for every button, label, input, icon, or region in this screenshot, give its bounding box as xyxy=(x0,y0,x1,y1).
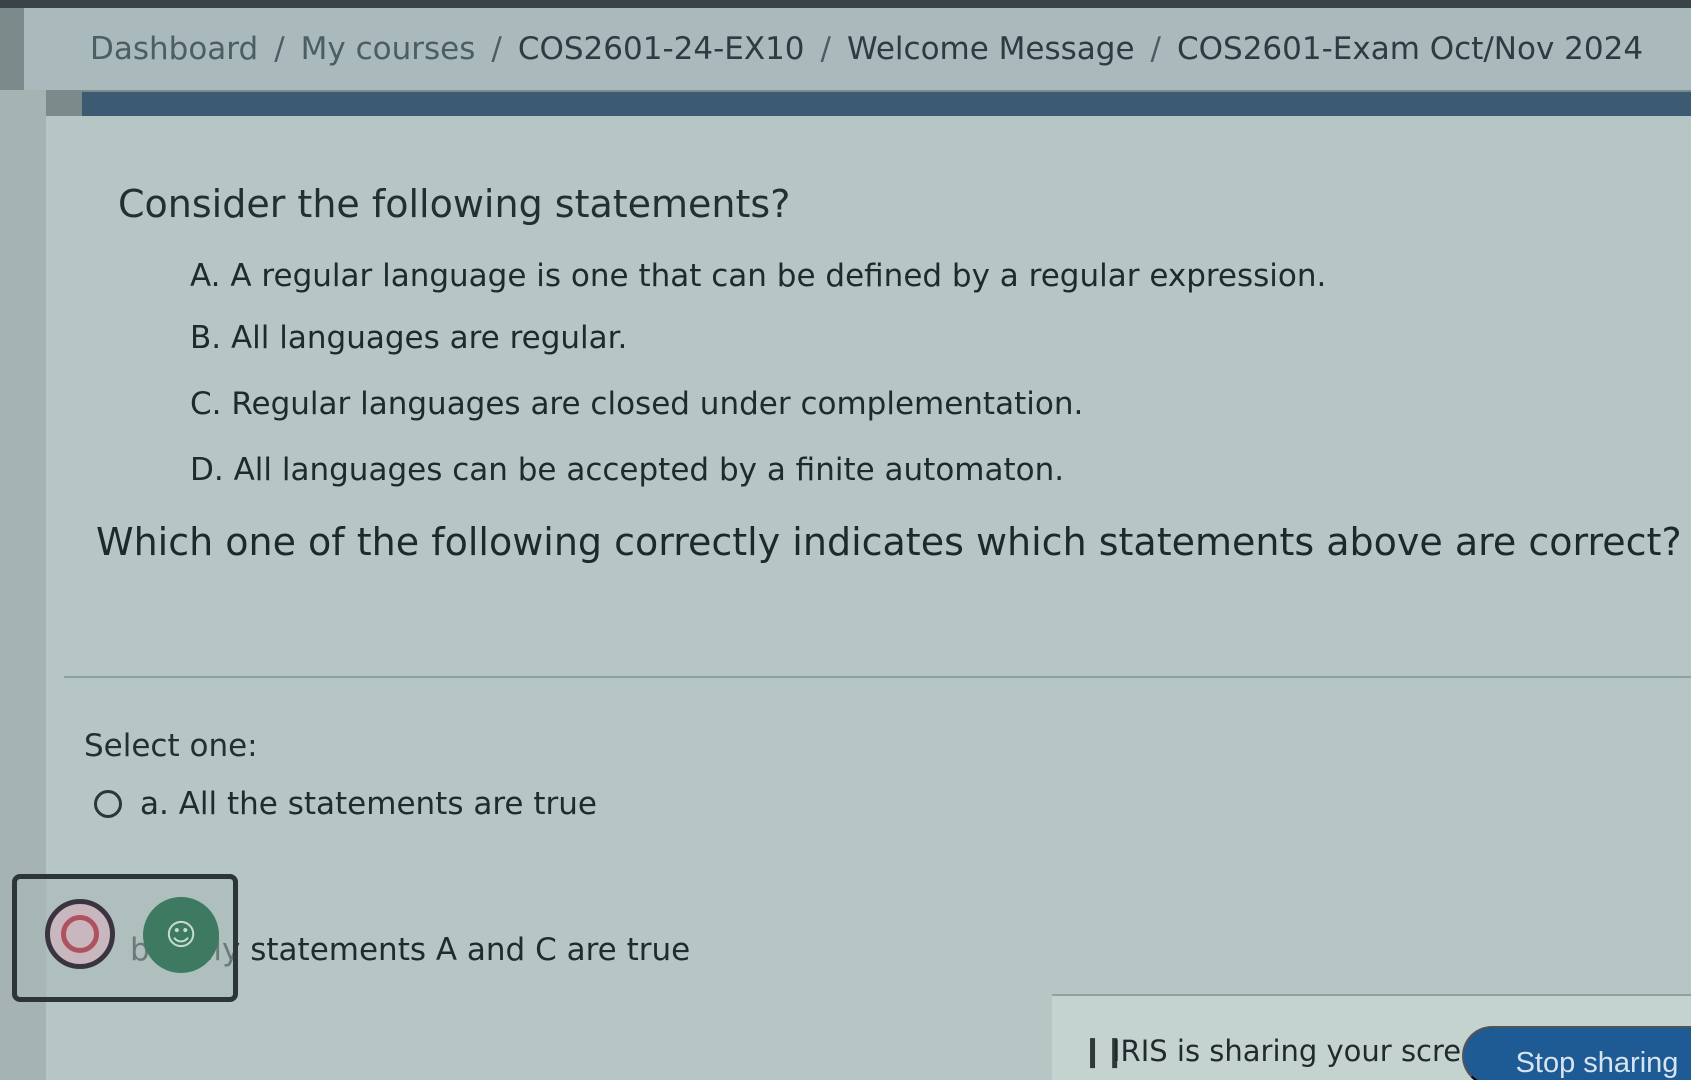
statement-b: B. All languages are regular. xyxy=(190,320,628,356)
breadcrumb-separator: / xyxy=(820,31,831,67)
answer-option-a-label: a. All the statements are true xyxy=(140,786,597,822)
select-one-label: Select one: xyxy=(84,728,258,764)
header-rule xyxy=(82,92,1691,116)
breadcrumb-dashboard[interactable]: Dashboard xyxy=(90,31,258,67)
breadcrumb-course[interactable]: COS2601-24-EX10 xyxy=(518,31,805,67)
face-icon: ☺ xyxy=(143,897,219,973)
breadcrumb: Dashboard / My courses / COS2601-24-EX10… xyxy=(24,8,1691,90)
proctoring-widget[interactable]: ☺ xyxy=(12,874,238,1002)
breadcrumb-separator: / xyxy=(491,31,502,67)
breadcrumb-exam[interactable]: COS2601-Exam Oct/Nov 2024 xyxy=(1177,31,1643,67)
breadcrumb-welcome-message[interactable]: Welcome Message xyxy=(847,31,1135,67)
question-prompt: Which one of the following correctly ind… xyxy=(96,520,1682,564)
divider xyxy=(64,676,1691,678)
question-intro: Consider the following statements? xyxy=(118,182,791,226)
breadcrumb-separator: / xyxy=(274,31,285,67)
share-status-text: IRIS is sharing your screen. xyxy=(1112,1034,1507,1068)
radio-icon[interactable] xyxy=(94,790,122,818)
statement-c: C. Regular languages are closed under co… xyxy=(190,386,1084,422)
breadcrumb-my-courses[interactable]: My courses xyxy=(301,31,476,67)
statement-d: D. All languages can be accepted by a fi… xyxy=(190,452,1065,488)
statement-a: A. A regular language is one that can be… xyxy=(190,258,1327,294)
window-top-strip xyxy=(0,0,1691,8)
answer-option-a[interactable]: a. All the statements are true xyxy=(94,786,597,822)
stop-sharing-button[interactable]: Stop sharing xyxy=(1462,1026,1691,1080)
camera-icon[interactable] xyxy=(45,899,115,969)
screen-share-banner: ❙❙ IRIS is sharing your screen. Stop sha… xyxy=(1052,994,1691,1080)
breadcrumb-separator: / xyxy=(1150,31,1161,67)
